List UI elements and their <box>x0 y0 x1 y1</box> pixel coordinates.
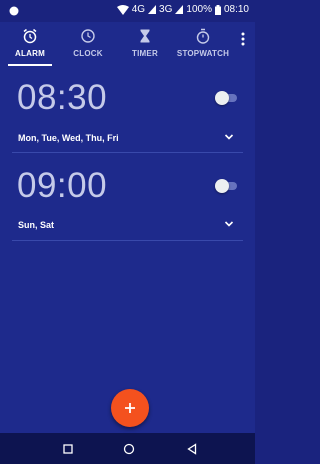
battery-icon <box>214 4 221 15</box>
navigation-bar <box>0 433 255 464</box>
alarm-item[interactable]: 09:00 Sun, Sat <box>0 154 255 244</box>
alarm-toggle[interactable] <box>215 179 241 193</box>
signal-icon <box>148 5 157 14</box>
alarm-screen: 4G 3G 100% 08:10 ALARM CLOCK TIMER STOPW… <box>0 0 255 464</box>
toggle-thumb <box>215 91 229 105</box>
alarm-days: Mon, Tue, Wed, Thu, Fri <box>18 133 119 143</box>
tab-timer-label: TIMER <box>132 49 158 58</box>
chevron-down-icon[interactable] <box>224 220 234 228</box>
wifi-icon <box>116 4 129 15</box>
back-triangle-icon[interactable] <box>185 442 199 456</box>
hourglass-icon <box>140 29 150 43</box>
alarm-toggle[interactable] <box>215 91 241 105</box>
tab-alarm[interactable]: ALARM <box>8 22 52 66</box>
add-alarm-button[interactable] <box>111 389 149 427</box>
tab-bar: ALARM CLOCK TIMER STOPWATCH <box>0 22 255 66</box>
battery-percent: 100% <box>186 4 212 15</box>
alarm-item[interactable]: 08:30 Mon, Tue, Wed, Thu, Fri <box>0 66 255 156</box>
chevron-down-icon[interactable] <box>224 133 234 141</box>
status-time: 08:10 <box>223 4 249 15</box>
alarm-days: Sun, Sat <box>18 220 55 230</box>
status-bar: 4G 3G 100% 08:10 <box>0 0 255 22</box>
alarm-time[interactable]: 09:00 <box>17 166 107 206</box>
tab-clock[interactable]: CLOCK <box>66 22 110 66</box>
tab-clock-label: CLOCK <box>73 49 103 58</box>
overflow-menu-icon[interactable] <box>239 30 247 48</box>
notification-icon <box>9 6 19 16</box>
alarm-time[interactable]: 08:30 <box>17 78 107 118</box>
home-circle-icon[interactable] <box>122 442 136 456</box>
clock-icon <box>81 29 95 43</box>
tab-timer[interactable]: TIMER <box>123 22 167 66</box>
network-4g-label: 4G <box>131 4 146 15</box>
status-icons: 4G 3G 100% 08:10 <box>116 4 249 15</box>
alarm-clock-icon <box>23 28 37 44</box>
divider <box>12 152 243 153</box>
stopwatch-icon <box>196 28 210 44</box>
divider <box>12 240 243 241</box>
recents-square-icon[interactable] <box>61 442 75 456</box>
toggle-thumb <box>215 179 229 193</box>
tab-stopwatch[interactable]: STOPWATCH <box>172 22 234 66</box>
network-3g-label: 3G <box>159 4 173 15</box>
plus-icon <box>125 403 135 413</box>
signal-icon-2 <box>175 5 184 14</box>
tab-stopwatch-label: STOPWATCH <box>176 49 230 58</box>
tab-alarm-label: ALARM <box>15 49 45 58</box>
